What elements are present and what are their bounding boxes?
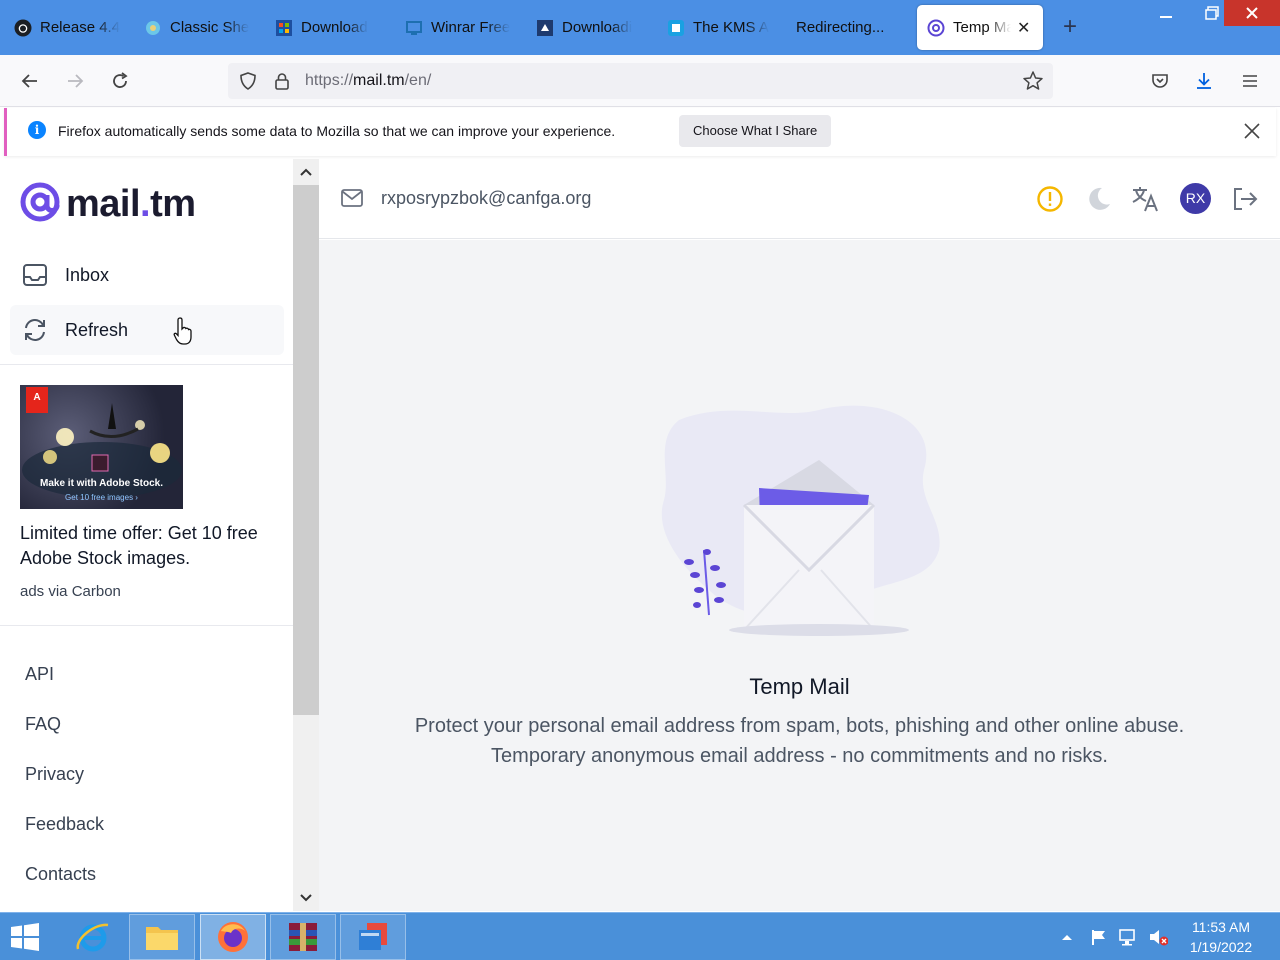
sidebar-divider	[0, 364, 293, 365]
taskbar-firefox[interactable]	[200, 914, 266, 960]
hero-title: Temp Mail	[749, 674, 850, 699]
empty-inbox-illustration	[661, 405, 940, 636]
menu-button[interactable]	[1236, 67, 1264, 95]
kms-icon	[667, 19, 685, 37]
footer-link-feedback[interactable]: Feedback	[25, 814, 104, 835]
internet-explorer-icon	[76, 923, 109, 952]
sidebar-item-refresh[interactable]: Refresh	[10, 305, 284, 355]
sidebar-scrollbar[interactable]	[293, 159, 319, 911]
taskbar-winrar[interactable]	[270, 914, 336, 960]
taskbar-file-explorer[interactable]	[129, 914, 195, 960]
monitor-icon	[405, 19, 423, 37]
windows-taskbar: 11:53 AM 1/19/2022	[0, 912, 1280, 960]
notification-text: Firefox automatically sends some data to…	[58, 123, 616, 139]
footer-link-faq[interactable]: FAQ	[25, 714, 61, 735]
ads-via-carbon-link[interactable]: ads via Carbon	[20, 583, 121, 600]
tab-release[interactable]: Release 4.4	[14, 5, 124, 50]
lock-icon[interactable]	[272, 71, 292, 96]
scroll-down-icon[interactable]	[293, 885, 319, 911]
footer-link-contacts[interactable]: Contacts	[25, 864, 96, 885]
taskbar-clock[interactable]: 11:53 AM 1/19/2022	[1180, 917, 1262, 957]
mouse-cursor-icon	[172, 316, 196, 351]
sidebar-divider	[0, 625, 293, 626]
taskbar-internet-explorer[interactable]	[60, 914, 126, 960]
tab-winrar[interactable]: Winrar Free	[405, 5, 510, 50]
tab-redirecting[interactable]: Redirecting...	[796, 5, 906, 50]
sidebar-item-inbox[interactable]: Inbox	[10, 250, 284, 300]
url-text: https://mail.tm/en/	[305, 72, 432, 89]
ad-artwork	[22, 403, 182, 498]
tracking-shield-icon[interactable]	[238, 71, 258, 96]
data-notification-bar: i Firefox automatically sends some data …	[4, 108, 1276, 156]
action-center-flag-icon[interactable]	[1089, 927, 1109, 947]
app-window-icon	[359, 923, 387, 950]
windows-icon	[275, 19, 293, 37]
hero-description-line-2: Temporary anonymous email address - no c…	[491, 745, 1108, 767]
tab-classic-shell[interactable]: Classic She	[144, 5, 249, 50]
show-hidden-icons-icon[interactable]	[1057, 927, 1077, 947]
network-icon[interactable]	[1118, 927, 1138, 947]
new-tab-button[interactable]: +	[1058, 14, 1082, 40]
user-avatar[interactable]: RX	[1180, 183, 1211, 214]
navigation-toolbar: https://mail.tm/en/	[0, 55, 1280, 107]
reload-button[interactable]	[106, 67, 134, 95]
address-bar[interactable]: https://mail.tm/en/	[228, 63, 1053, 99]
download-site-icon	[536, 19, 554, 37]
window-close-button[interactable]	[1224, 0, 1280, 26]
tab-close-icon[interactable]: ✕	[1017, 18, 1030, 38]
ad-text[interactable]: Limited time offer: Get 10 free Adobe St…	[20, 521, 280, 571]
at-logo-icon	[19, 181, 61, 228]
translate-icon[interactable]	[1129, 183, 1161, 215]
taskbar-app[interactable]	[340, 914, 406, 960]
folder-icon	[146, 927, 178, 950]
at-icon	[927, 19, 945, 37]
shell-icon	[144, 19, 162, 37]
warning-icon[interactable]	[1034, 183, 1066, 215]
back-button[interactable]	[16, 67, 44, 95]
main-header: rxposrypzbok@canfga.org RX	[319, 159, 1280, 239]
sidebar: mail.tm Inbox Refresh A Make it with Ado…	[0, 159, 293, 911]
mail-tm-logo[interactable]: mail.tm	[19, 181, 196, 228]
notification-close-icon[interactable]	[1242, 121, 1262, 141]
main-content: Temp Mail Protect your personal email ad…	[319, 240, 1280, 911]
footer-link-api[interactable]: API	[25, 664, 54, 685]
inbox-icon	[22, 262, 48, 288]
downloads-button[interactable]	[1190, 67, 1218, 95]
tab-downloading[interactable]: Downloadi	[536, 5, 641, 50]
ad-image[interactable]: A Make it with Adobe Stock. Get 10 free …	[20, 385, 183, 509]
scrollbar-thumb[interactable]	[293, 185, 319, 715]
choose-what-i-share-button[interactable]: Choose What I Share	[679, 115, 832, 147]
github-icon	[14, 19, 32, 37]
hero-description-line-1: Protect your personal email address from…	[414, 715, 1185, 737]
logo-text: mail.tm	[66, 183, 196, 225]
tab-download[interactable]: Download	[275, 5, 380, 50]
footer-link-privacy[interactable]: Privacy	[25, 764, 84, 785]
info-icon: i	[28, 121, 46, 139]
forward-button[interactable]	[61, 67, 89, 95]
winrar-icon	[289, 923, 317, 951]
dark-mode-moon-icon[interactable]	[1083, 183, 1115, 215]
firefox-icon	[218, 922, 248, 952]
windows-logo-icon	[11, 923, 39, 951]
pocket-button[interactable]	[1146, 67, 1174, 95]
refresh-icon	[22, 317, 48, 343]
volume-muted-icon[interactable]	[1148, 927, 1168, 947]
minimize-button[interactable]	[1143, 0, 1189, 26]
start-button[interactable]	[0, 914, 50, 960]
logout-icon[interactable]	[1228, 183, 1260, 215]
tab-temp-mail[interactable]: Temp Ma ✕	[917, 5, 1043, 50]
mail-icon	[341, 189, 363, 212]
bookmark-star-icon[interactable]	[1022, 70, 1044, 97]
tab-kms[interactable]: The KMS A	[667, 5, 772, 50]
email-address[interactable]: rxposrypzbok@canfga.org	[381, 188, 591, 209]
tab-strip: Release 4.4 Classic She Download Winrar …	[0, 0, 1280, 55]
scroll-up-icon[interactable]	[293, 159, 319, 185]
